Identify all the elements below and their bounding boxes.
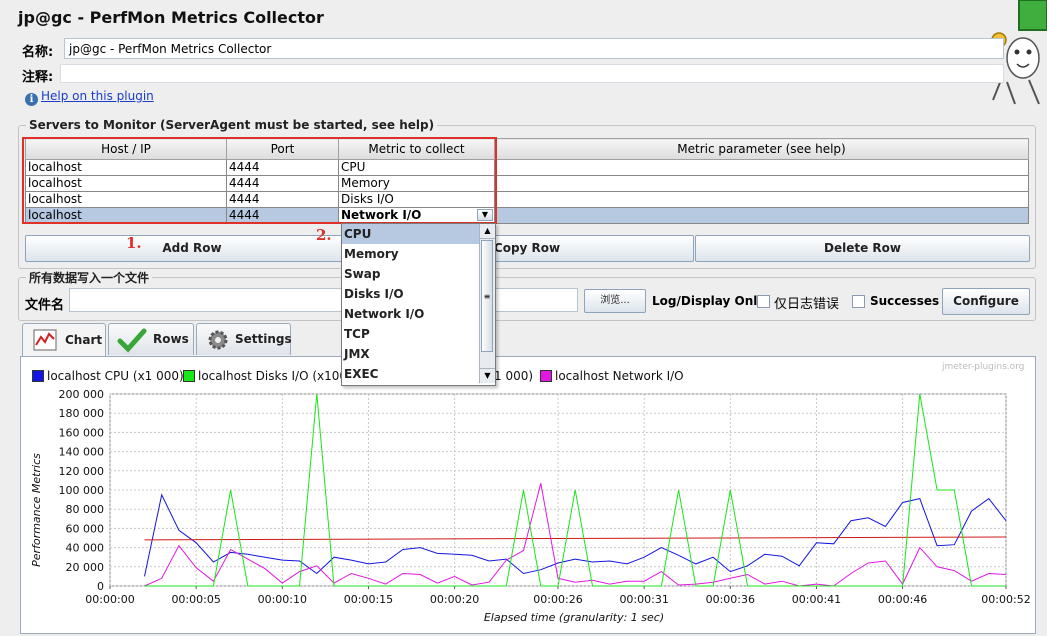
tab-chart-label: Chart <box>65 333 103 347</box>
cell-param[interactable] <box>494 207 1029 224</box>
y-tick-label: 200 000 <box>59 388 105 401</box>
tab-rows-label: Rows <box>153 332 189 346</box>
x-tick-label: 00:00:10 <box>258 593 307 606</box>
x-tick-label: 00:00:05 <box>171 593 220 606</box>
log-display-label: Log/Display Only: <box>652 294 770 308</box>
file-group-title: 所有数据写入一个文件 <box>26 269 153 286</box>
metric-option[interactable]: Network I/O <box>342 304 479 324</box>
y-tick-label: 140 000 <box>59 446 105 459</box>
tab-chart[interactable]: Chart <box>22 323 106 357</box>
metric-option[interactable]: TCP <box>342 324 479 344</box>
x-tick-label: 00:00:36 <box>706 593 755 606</box>
annotation-2: 2. <box>316 226 332 244</box>
name-field[interactable]: jp@gc - PerfMon Metrics Collector <box>64 38 1004 59</box>
successes-label: Successes <box>870 294 940 308</box>
cell-param[interactable] <box>494 191 1029 208</box>
tab-settings[interactable]: Settings <box>196 323 292 355</box>
legend-label-disks: localhost Disks I/O (x100 0 <box>198 369 359 383</box>
performance-chart: 0 20 000 40 000 60 000 80 000 100 000 120 000 1… <box>30 388 1031 624</box>
comment-label: 注释: <box>22 70 54 85</box>
tab-settings-label: Settings <box>235 332 292 346</box>
scroll-thumb[interactable]: ≡ <box>481 240 493 352</box>
legend-swatch-network <box>540 370 552 382</box>
metric-option[interactable]: Disks I/O <box>342 284 479 304</box>
x-tick-label: 00:00:31 <box>619 593 668 606</box>
delete-row-button[interactable]: Delete Row <box>695 235 1030 262</box>
y-tick-label: 80 000 <box>66 503 105 516</box>
x-tick-label: 00:00:41 <box>792 593 841 606</box>
metric-option[interactable]: Memory <box>342 244 479 264</box>
y-tick-label: 100 000 <box>59 484 105 497</box>
cell-param[interactable] <box>494 159 1029 176</box>
dropdown-scrollbar[interactable]: ▲ ≡ ▼ <box>479 224 495 383</box>
metric-options: CPU Memory Swap Disks I/O Network I/O TCP JMX E… <box>342 224 479 384</box>
y-tick-label: 160 000 <box>59 426 105 439</box>
checkmark-icon <box>117 328 147 353</box>
watermark: jmeter-plugins.org <box>942 362 1025 372</box>
y-tick-label: 60 000 <box>66 522 105 535</box>
y-tick-label: 180 000 <box>59 407 105 420</box>
info-icon: i <box>25 93 38 106</box>
y-tick-label: 20 000 <box>66 561 105 574</box>
metric-option[interactable]: EXEC <box>342 364 479 384</box>
errors-only-checkbox[interactable] <box>757 295 770 308</box>
annotation-1: 1. <box>126 234 142 252</box>
x-tick-label: 00:00:20 <box>430 593 479 606</box>
x-axis-label: Elapsed time (granularity: 1 sec) <box>484 611 664 624</box>
add-row-button[interactable]: Add Row <box>25 235 359 262</box>
col-param[interactable]: Metric parameter (see help) <box>494 138 1029 160</box>
y-tick-label: 120 000 <box>59 465 105 478</box>
errors-only-label: 仅日志错误 <box>774 297 840 312</box>
legend-label-partial: 1 000) <box>494 369 534 383</box>
metric-option[interactable]: Swap <box>342 264 479 284</box>
metric-dropdown-list[interactable]: CPU Memory Swap Disks I/O Network I/O TCP JMX E… <box>341 223 496 386</box>
servers-group-title: Servers to Monitor (ServerAgent must be … <box>26 118 438 132</box>
x-tick-label: 00:00:00 <box>85 593 134 606</box>
x-tick-label: 00:00:26 <box>533 593 582 606</box>
gear-icon <box>208 330 228 350</box>
legend-swatch-disks <box>183 370 195 382</box>
filename-field[interactable] <box>69 288 578 312</box>
cell-param[interactable] <box>494 175 1029 192</box>
tab-rows[interactable]: Rows <box>108 323 194 355</box>
metric-option[interactable]: CPU <box>342 224 479 244</box>
y-axis-label: Performance Metrics <box>30 453 43 567</box>
legend-swatch-cpu <box>32 370 44 382</box>
legend-label-network: localhost Network I/O <box>555 369 684 383</box>
help-link[interactable]: Help on this plugin <box>41 89 154 103</box>
scroll-down-icon[interactable]: ▼ <box>480 368 495 383</box>
chart-icon <box>33 329 57 351</box>
x-tick-label: 00:00:46 <box>878 593 927 606</box>
legend-label-cpu: localhost CPU (x1 000) <box>47 369 184 383</box>
x-tick-label: 00:00:15 <box>344 593 393 606</box>
filename-label: 文件名 <box>25 298 65 313</box>
scroll-up-icon[interactable]: ▲ <box>480 224 495 239</box>
configure-button[interactable]: Configure <box>942 288 1030 315</box>
x-tick-label: 00:00:52 <box>981 593 1030 606</box>
window-title: jp@gc - PerfMon Metrics Collector <box>18 8 324 27</box>
name-label: 名称: <box>22 45 54 60</box>
comment-field[interactable] <box>60 64 1004 83</box>
highlight-box <box>22 137 497 224</box>
y-tick-label: 0 <box>97 580 104 593</box>
successes-checkbox[interactable] <box>852 295 865 308</box>
metric-option[interactable]: JMX <box>342 344 479 364</box>
browse-button[interactable]: 浏览... <box>584 289 646 313</box>
y-tick-label: 40 000 <box>66 542 105 555</box>
